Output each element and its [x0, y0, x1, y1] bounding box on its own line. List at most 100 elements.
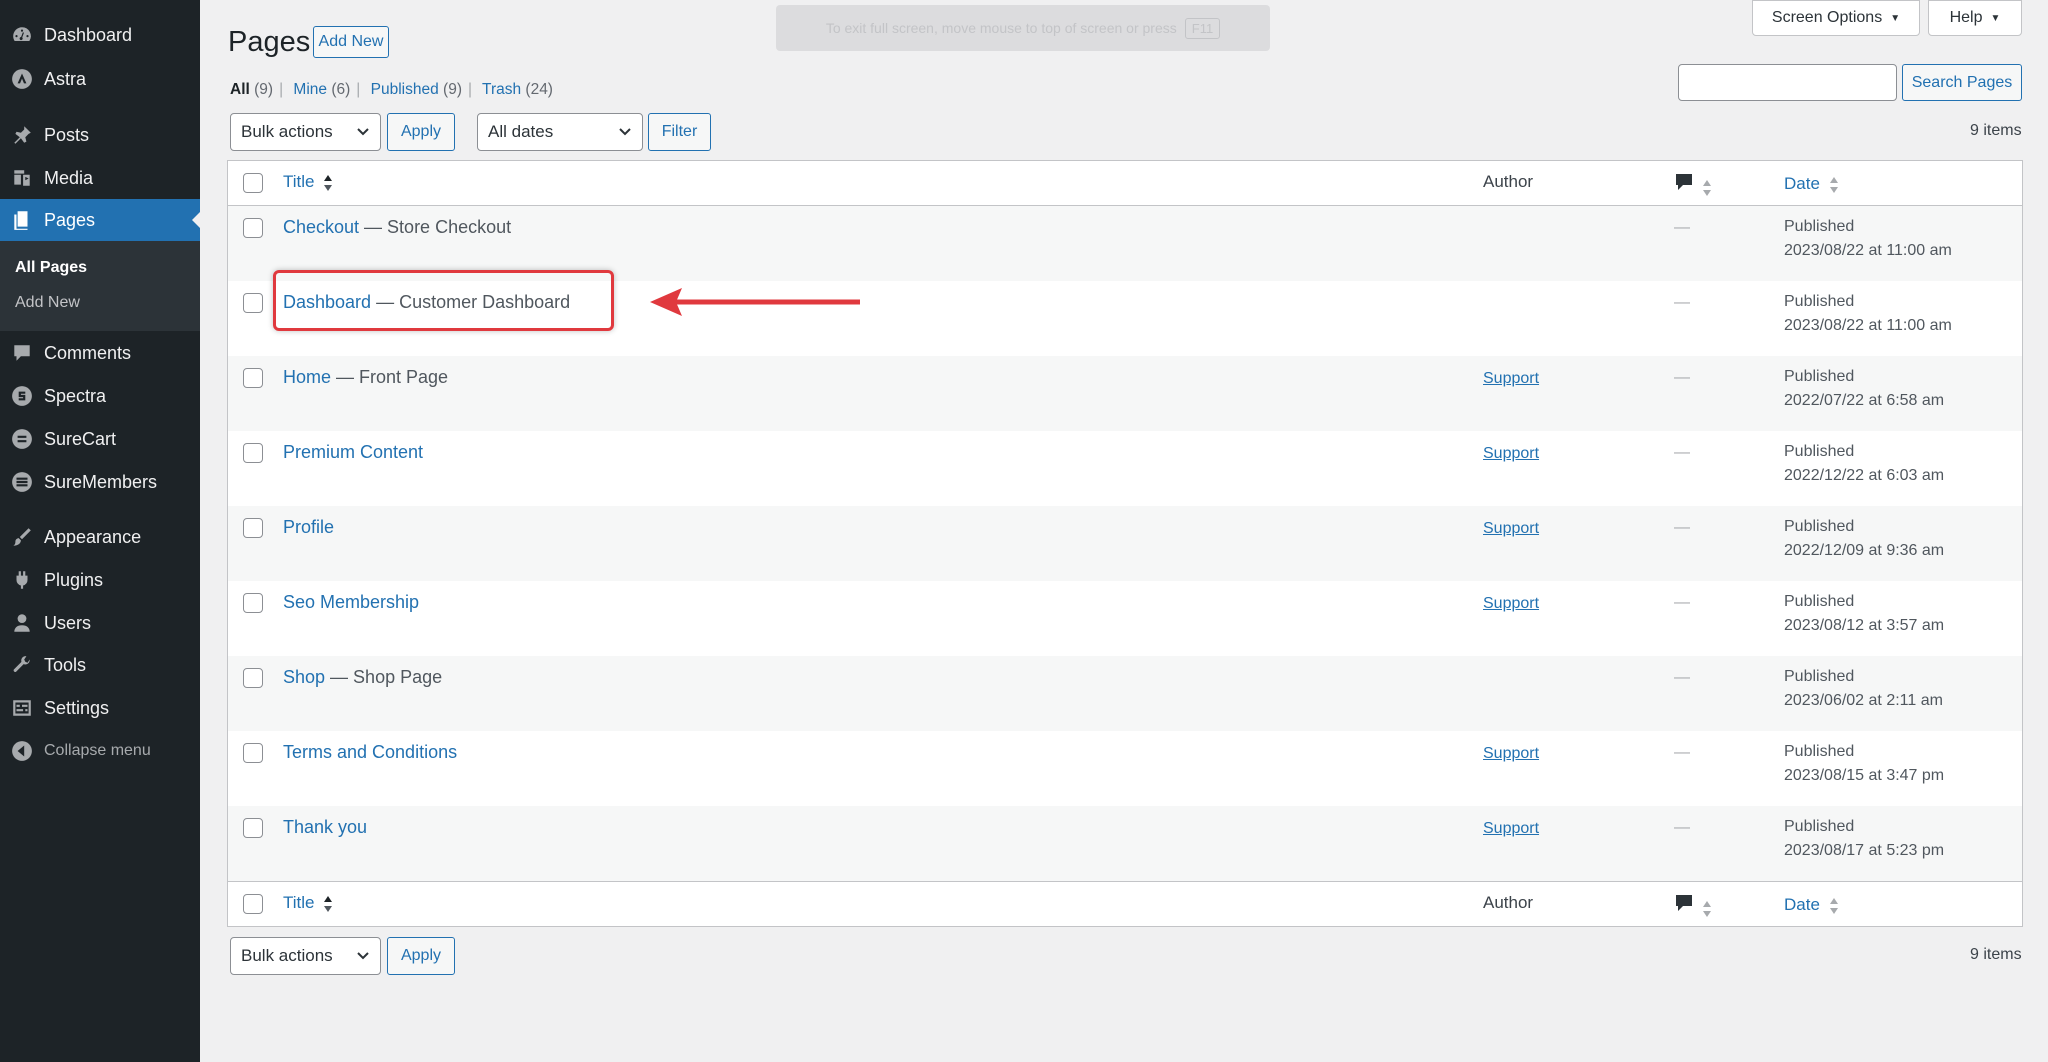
- collapse-menu-button[interactable]: Collapse menu: [0, 730, 200, 772]
- sidebar-item-label: Users: [44, 612, 92, 633]
- page-title-cell: Profile: [283, 517, 334, 538]
- help-button[interactable]: Help ▼: [1928, 0, 2022, 36]
- row-checkbox[interactable]: [243, 293, 263, 313]
- post-date: 2023/08/17 at 5:23 pm: [1784, 842, 1945, 859]
- page-title-link[interactable]: Shop: [283, 667, 325, 687]
- apply-button-bottom[interactable]: Apply: [387, 937, 455, 975]
- page-title-link[interactable]: Seo Membership: [283, 592, 419, 612]
- sidebar-item-appearance[interactable]: Appearance: [0, 516, 200, 558]
- astra-icon: [0, 68, 44, 90]
- sort-icon: [324, 174, 333, 191]
- date-sort-link[interactable]: Date: [1784, 174, 1820, 193]
- sidebar-item-label: Media: [44, 167, 94, 188]
- sidebar-item-pages[interactable]: Pages: [0, 199, 200, 241]
- filter-trash-link[interactable]: Trash: [482, 81, 521, 98]
- add-new-button[interactable]: Add New: [313, 26, 389, 58]
- title-sort-link[interactable]: Title: [283, 893, 315, 912]
- pushpin-icon: [0, 124, 44, 146]
- row-checkbox[interactable]: [243, 818, 263, 838]
- date-column-footer[interactable]: Date: [1784, 893, 1839, 917]
- sidebar-item-tools[interactable]: Tools: [0, 644, 200, 686]
- author-link[interactable]: Support: [1483, 595, 1539, 613]
- sidebar-item-dashboard[interactable]: Dashboard: [0, 14, 200, 56]
- page-title-link[interactable]: Premium Content: [283, 442, 423, 462]
- date-column-header[interactable]: Date: [1784, 172, 1839, 196]
- caret-down-icon: ▼: [1990, 12, 2001, 24]
- sidebar-item-suremembers[interactable]: SureMembers: [0, 461, 200, 503]
- row-checkbox[interactable]: [243, 743, 263, 763]
- row-checkbox[interactable]: [243, 218, 263, 238]
- bulk-actions-select-bottom[interactable]: Bulk actions: [230, 937, 381, 975]
- date-cell: Published 2023/08/15 at 3:47 pm: [1784, 740, 1944, 788]
- title-column-footer[interactable]: Title: [283, 893, 333, 913]
- filter-all-link[interactable]: All: [230, 81, 250, 98]
- post-date: 2022/12/09 at 9:36 am: [1784, 542, 1945, 559]
- row-checkbox[interactable]: [243, 443, 263, 463]
- pages-icon: [0, 209, 44, 231]
- screen-options-label: Screen Options: [1771, 9, 1883, 26]
- page-state-label: — Store Checkout: [359, 217, 512, 237]
- author-link[interactable]: Support: [1483, 445, 1539, 463]
- post-status: Published: [1784, 668, 1855, 685]
- sidebar-item-plugins[interactable]: Plugins: [0, 559, 200, 601]
- filter-mine-link[interactable]: Mine: [293, 81, 327, 98]
- screen-options-button[interactable]: Screen Options ▼: [1752, 0, 1920, 36]
- select-all-checkbox[interactable]: [243, 173, 263, 193]
- comments-count: —: [1674, 294, 1690, 311]
- title-column-header[interactable]: Title: [283, 172, 333, 192]
- page-title-link[interactable]: Home: [283, 367, 331, 387]
- dates-select[interactable]: All dates: [477, 113, 643, 151]
- post-status: Published: [1784, 443, 1855, 460]
- sidebar-item-label: Settings: [44, 697, 110, 718]
- page-title-link[interactable]: Checkout: [283, 217, 359, 237]
- author-link[interactable]: Support: [1483, 820, 1539, 838]
- page-title-cell: Seo Membership: [283, 592, 419, 613]
- submenu-item-all-pages[interactable]: All Pages: [15, 259, 87, 277]
- post-date: 2022/07/22 at 6:58 am: [1784, 392, 1945, 409]
- sidebar-item-label: SureMembers: [44, 471, 158, 492]
- post-status: Published: [1784, 218, 1855, 235]
- sidebar-item-posts[interactable]: Posts: [0, 114, 200, 156]
- submenu-item-add-new[interactable]: Add New: [15, 294, 80, 312]
- apply-button[interactable]: Apply: [387, 113, 455, 151]
- sidebar-item-astra[interactable]: Astra: [0, 58, 200, 100]
- sidebar-item-settings[interactable]: Settings: [0, 687, 200, 729]
- author-link[interactable]: Support: [1483, 370, 1539, 388]
- table-footer: Title Author Date: [228, 881, 2022, 926]
- sidebar-item-users[interactable]: Users: [0, 602, 200, 644]
- sidebar-item-spectra[interactable]: Spectra: [0, 375, 200, 417]
- search-input[interactable]: [1678, 64, 1897, 101]
- page-title-link[interactable]: Profile: [283, 517, 334, 537]
- row-checkbox[interactable]: [243, 518, 263, 538]
- bulk-actions-select[interactable]: Bulk actions: [230, 113, 381, 151]
- page-state-label: — Shop Page: [325, 667, 443, 687]
- spectra-icon: [0, 385, 44, 407]
- sort-icon: [324, 895, 333, 912]
- comments-column-footer[interactable]: [1674, 893, 1712, 918]
- author-link[interactable]: Support: [1483, 520, 1539, 538]
- surecart-icon: [0, 428, 44, 450]
- media-icon: [0, 167, 44, 189]
- sidebar-item-media[interactable]: Media: [0, 157, 200, 199]
- title-sort-link[interactable]: Title: [283, 172, 315, 191]
- post-status: Published: [1784, 293, 1855, 310]
- page-title: Pages: [228, 26, 311, 58]
- settings-icon: [0, 697, 44, 719]
- filter-button[interactable]: Filter: [648, 113, 711, 151]
- search-pages-button[interactable]: Search Pages: [1902, 64, 2022, 101]
- row-checkbox[interactable]: [243, 593, 263, 613]
- page-title-link[interactable]: Thank you: [283, 817, 367, 837]
- date-sort-link[interactable]: Date: [1784, 895, 1820, 914]
- filter-published-link[interactable]: Published: [371, 81, 439, 98]
- select-all-checkbox-bottom[interactable]: [243, 894, 263, 914]
- suremembers-icon: [0, 471, 44, 493]
- sidebar-item-comments[interactable]: Comments: [0, 332, 200, 374]
- comments-column-header[interactable]: [1674, 172, 1712, 197]
- row-checkbox[interactable]: [243, 368, 263, 388]
- row-checkbox[interactable]: [243, 668, 263, 688]
- page-title-link[interactable]: Terms and Conditions: [283, 742, 457, 762]
- sidebar-item-surecart[interactable]: SureCart: [0, 418, 200, 460]
- comments-count: —: [1674, 219, 1690, 236]
- author-link[interactable]: Support: [1483, 745, 1539, 763]
- bulk-actions-value: Bulk actions: [241, 946, 333, 965]
